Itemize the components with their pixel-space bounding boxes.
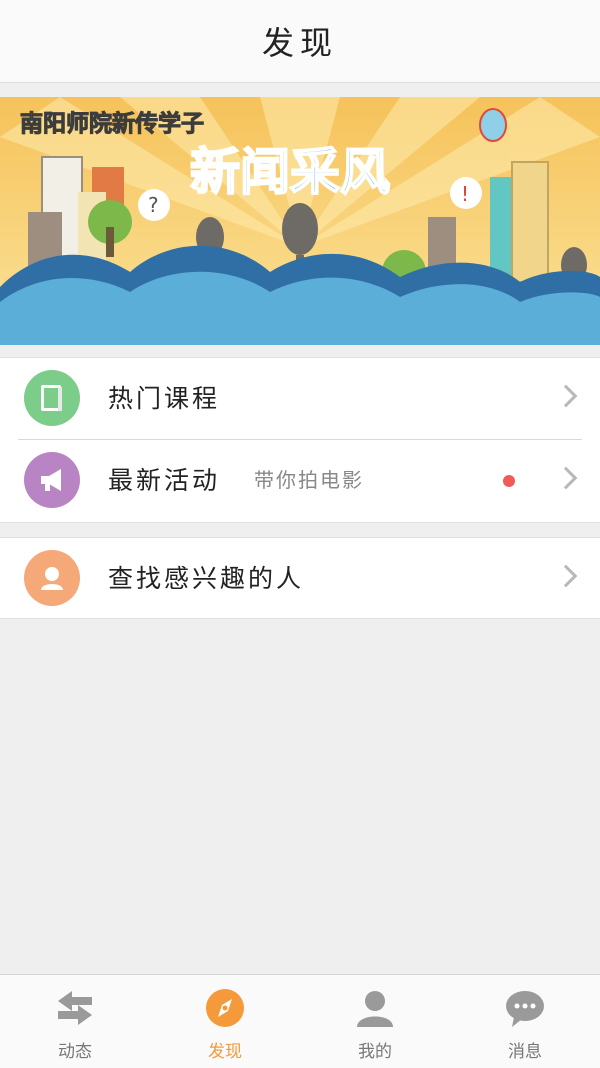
person-icon bbox=[24, 550, 80, 606]
menu-group-secondary: 查找感兴趣的人 bbox=[0, 537, 600, 619]
menu-item-label: 最新活动 bbox=[108, 466, 221, 495]
chat-bubble-icon bbox=[504, 987, 546, 1029]
svg-text:!: ! bbox=[461, 182, 469, 206]
menu-group-primary: 热门课程 最新活动 带你拍电影 bbox=[0, 357, 600, 523]
compass-icon bbox=[204, 987, 246, 1029]
menu-item-hot-courses[interactable]: 热门课程 bbox=[0, 358, 600, 440]
tab-discover[interactable]: 发现 bbox=[150, 975, 300, 1068]
menu-item-label: 查找感兴趣的人 bbox=[108, 564, 305, 593]
menu-item-latest-events[interactable]: 最新活动 带你拍电影 bbox=[0, 440, 600, 521]
tab-label: 动态 bbox=[58, 1042, 92, 1062]
menu-item-label: 热门课程 bbox=[108, 384, 221, 413]
notification-dot bbox=[503, 475, 515, 487]
megaphone-icon bbox=[24, 452, 80, 508]
chevron-right-icon bbox=[554, 564, 578, 588]
tab-label: 我的 bbox=[358, 1042, 392, 1062]
tab-label: 发现 bbox=[208, 1042, 242, 1062]
bottom-tab-bar: 动态 发现 我的 消息 bbox=[0, 974, 600, 1068]
person-icon bbox=[354, 987, 396, 1029]
tab-profile[interactable]: 我的 bbox=[300, 975, 450, 1068]
svg-text:?: ? bbox=[148, 193, 159, 217]
chevron-right-icon bbox=[554, 466, 578, 490]
banner-tagline: 南阳师院新传学子 bbox=[20, 110, 204, 137]
book-icon bbox=[24, 370, 80, 426]
tab-label: 消息 bbox=[508, 1042, 542, 1062]
banner-illustration: ? ! 南阳师院新传学子 新闻采风 bbox=[0, 97, 600, 345]
promo-banner[interactable]: ? ! 南阳师院新传学子 新闻采风 bbox=[0, 97, 600, 345]
page-title: 发现 bbox=[261, 24, 338, 62]
top-navigation-bar: 发现 bbox=[0, 0, 600, 83]
swap-arrows-icon bbox=[54, 987, 96, 1029]
banner-headline: 新闻采风 bbox=[190, 143, 390, 201]
tab-messages[interactable]: 消息 bbox=[450, 975, 600, 1068]
menu-item-subtitle: 带你拍电影 bbox=[254, 468, 364, 492]
menu-item-find-people[interactable]: 查找感兴趣的人 bbox=[0, 538, 600, 619]
tab-feed[interactable]: 动态 bbox=[0, 975, 150, 1068]
chevron-right-icon bbox=[554, 384, 578, 408]
